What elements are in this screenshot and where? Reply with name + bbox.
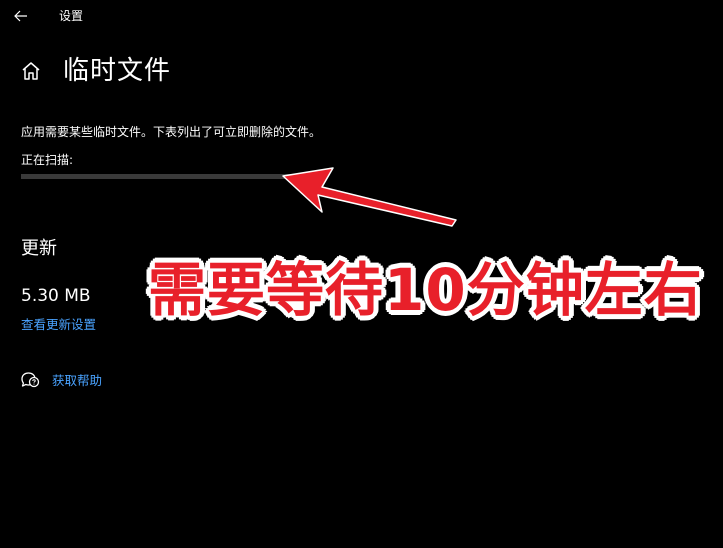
app-title: 设置	[59, 9, 84, 23]
view-update-settings-link[interactable]: 查看更新设置	[21, 316, 96, 333]
scan-progress-fill	[21, 174, 301, 179]
description-text: 应用需要某些临时文件。下表列出了可立即删除的文件。	[21, 125, 322, 139]
get-help-link[interactable]: 获取帮助	[52, 372, 102, 389]
page-title: 临时文件	[63, 56, 172, 86]
back-arrow-icon	[14, 10, 27, 22]
get-help-row[interactable]: 获取帮助	[20, 370, 102, 390]
home-icon[interactable]	[20, 60, 42, 82]
title-bar: 设置	[0, 0, 723, 32]
back-button[interactable]	[10, 5, 32, 27]
scan-status-label: 正在扫描:	[21, 153, 74, 167]
updates-section-title: 更新	[21, 238, 57, 259]
updates-size-value: 5.30 MB	[21, 286, 91, 306]
settings-page: 设置 临时文件 应用需要某些临时文件。下表列出了可立即删除的文件。 正在扫描: …	[0, 0, 723, 548]
scan-progress-bar	[21, 174, 301, 179]
chat-help-icon	[21, 372, 40, 388]
annotation-wait-text: 需要等待10分钟左右	[147, 255, 703, 325]
